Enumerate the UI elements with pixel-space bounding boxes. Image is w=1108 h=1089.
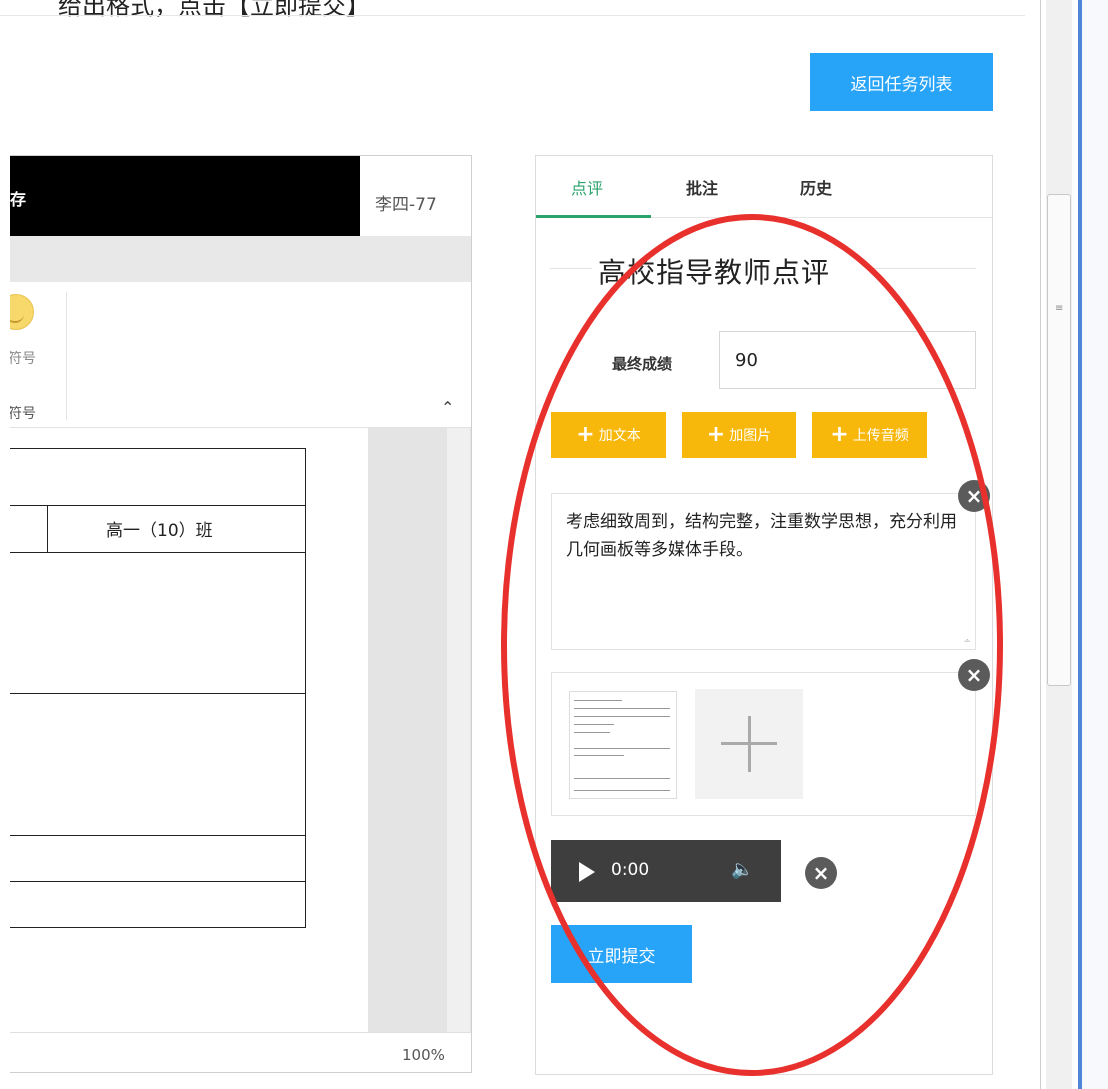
zoom-level[interactable]: 100% xyxy=(402,1046,445,1064)
instruction-text: 给出格式，点击【立即提交】 xyxy=(58,0,370,20)
annotation-ellipse-shape xyxy=(501,214,1003,1076)
table-cell-class: 高一（10）班 xyxy=(106,521,213,541)
table-line xyxy=(10,835,306,836)
editor-menu-bar xyxy=(10,236,471,282)
table-line xyxy=(10,448,306,449)
annotation-ellipse xyxy=(501,214,1003,1076)
ribbon-symbol-label[interactable]: 符号 xyxy=(10,348,36,368)
table-line xyxy=(47,505,48,553)
editor-side-area: ▲ ≡ ▼ xyxy=(368,428,471,1032)
editor-toolbar: 保存 xyxy=(10,156,360,236)
editor-ribbon: 符号 符号 ⌃ xyxy=(10,282,471,428)
grip-icon: ≡ xyxy=(1055,303,1064,314)
table-line xyxy=(10,881,306,882)
divider xyxy=(0,15,1025,16)
review-tabs: 点评 批注 历史 xyxy=(536,156,992,218)
table-line xyxy=(10,552,306,553)
save-button[interactable]: 保存 xyxy=(10,186,26,210)
ribbon-separator xyxy=(66,292,67,420)
document-editor: 保存 李四-77 符号 符号 ⌃ 高一（10）班 ▲ ≡ ▼ 100% xyxy=(10,155,472,1073)
table-line xyxy=(305,448,306,928)
smiley-icon[interactable] xyxy=(10,294,34,330)
tab-review[interactable]: 点评 xyxy=(571,175,603,199)
window-edge xyxy=(1082,0,1108,1089)
chevron-up-icon[interactable]: ⌃ xyxy=(441,398,454,417)
document-page[interactable]: 高一（10）班 xyxy=(10,428,368,1032)
back-to-task-list-button[interactable]: 返回任务列表 xyxy=(810,53,993,111)
editor-user-name: 李四-77 xyxy=(375,195,437,215)
window-divider xyxy=(1040,0,1041,1089)
ribbon-symbol-group-label: 符号 xyxy=(10,406,36,422)
page-scrollbar-thumb[interactable]: ≡ xyxy=(1047,194,1071,686)
table-line xyxy=(10,505,306,506)
table-line xyxy=(10,693,306,694)
tab-history[interactable]: 历史 xyxy=(800,175,832,199)
editor-status-bar: 100% xyxy=(10,1032,471,1072)
tab-annotation[interactable]: 批注 xyxy=(686,175,718,199)
table-line xyxy=(10,927,306,928)
editor-scrollbar[interactable]: ▲ ≡ ▼ xyxy=(447,428,470,1032)
